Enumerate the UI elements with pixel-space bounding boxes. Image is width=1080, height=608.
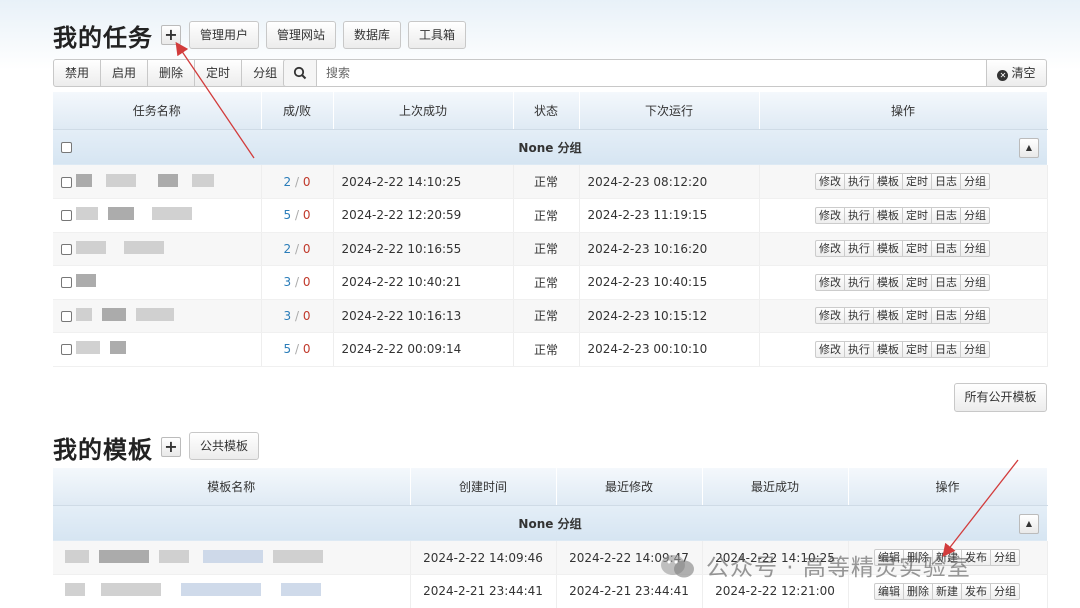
watermark: 公众号 · 高等精灵实验室 xyxy=(660,548,971,582)
annotation-arrows xyxy=(175,41,1019,558)
arrow-to-new-button xyxy=(942,459,1019,558)
watermark-text: 公众号 · 高等精灵实验室 xyxy=(706,555,971,581)
arrow-to-add-task xyxy=(175,41,255,159)
wechat-icon xyxy=(660,554,696,578)
